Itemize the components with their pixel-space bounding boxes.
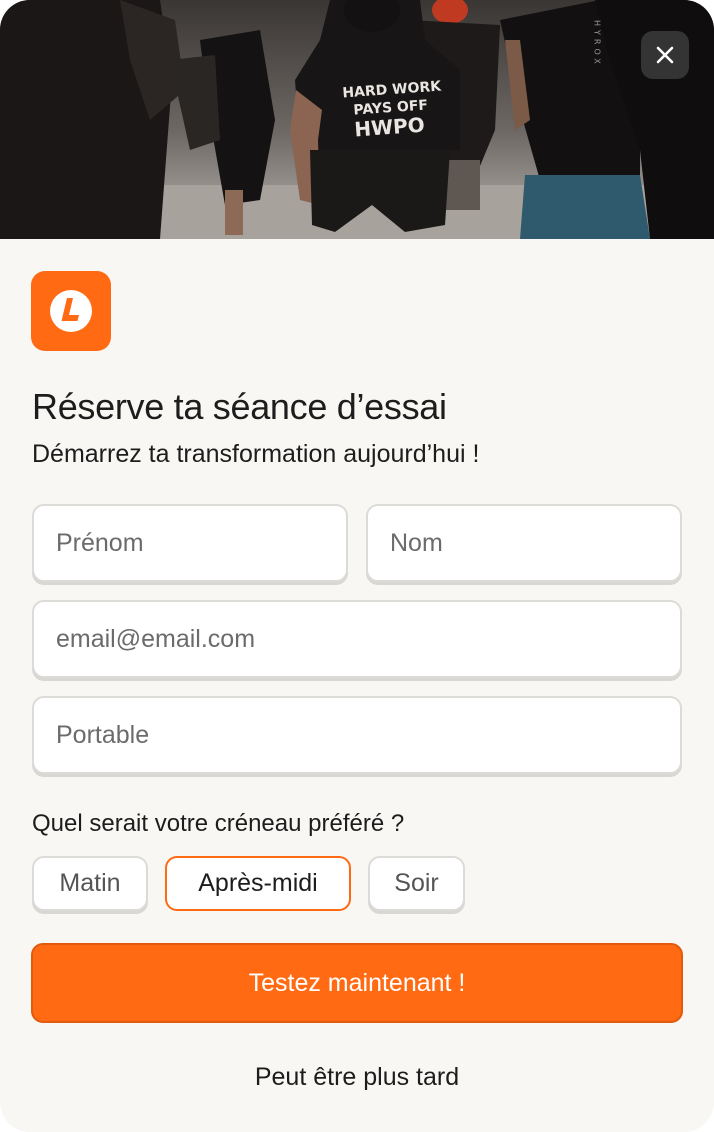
brand-logo-icon (50, 290, 92, 332)
first-name-input[interactable] (32, 504, 348, 582)
close-icon (656, 46, 674, 64)
shirt-text-line-3: HWPO (354, 113, 426, 142)
page-title: Réserve ta séance d’essai (32, 386, 447, 427)
hyrox-banner-text: HYROX (593, 20, 602, 68)
runners-photo: HARD WORK PAYS OFF HWPO HYROX (0, 0, 714, 239)
phone-input[interactable] (32, 696, 682, 774)
slot-option-evening[interactable]: Soir (368, 856, 465, 911)
slot-question: Quel serait votre créneau préféré ? (32, 810, 405, 837)
trial-booking-modal: HARD WORK PAYS OFF HWPO HYROX Réserve ta… (0, 0, 714, 1132)
close-button[interactable] (641, 31, 689, 79)
slot-option-afternoon[interactable]: Après-midi (165, 856, 351, 911)
brand-logo (31, 271, 111, 351)
slot-option-morning[interactable]: Matin (32, 856, 148, 911)
email-input[interactable] (32, 600, 682, 678)
last-name-input[interactable] (366, 504, 682, 582)
page-subtitle: Démarrez ta transformation aujourd’hui ! (32, 440, 480, 468)
submit-button[interactable]: Testez maintenant ! (31, 943, 683, 1023)
dismiss-later-link[interactable]: Peut être plus tard (0, 1063, 714, 1092)
hero-image: HARD WORK PAYS OFF HWPO HYROX (0, 0, 714, 239)
